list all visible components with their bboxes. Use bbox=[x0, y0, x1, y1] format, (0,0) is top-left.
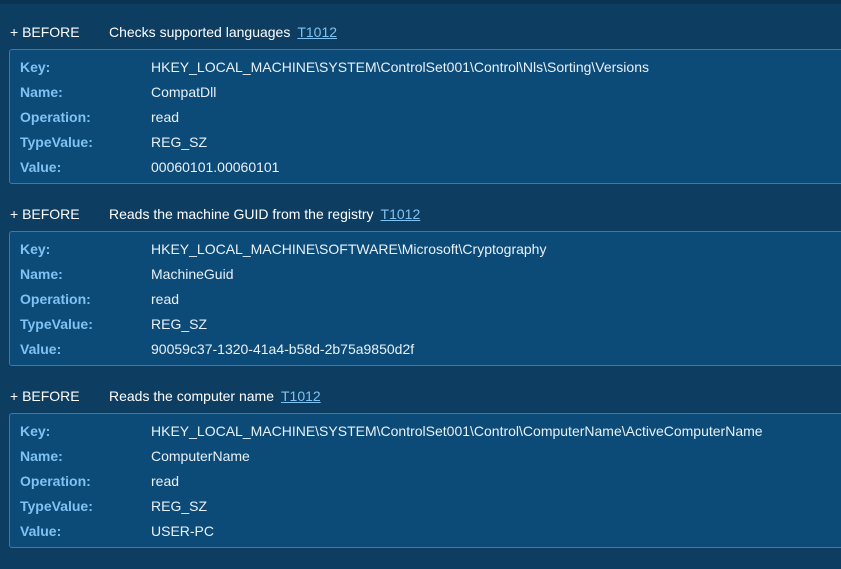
field-label: TypeValue: bbox=[20, 316, 93, 332]
field-row-key: Key: HKEY_LOCAL_MACHINE\SYSTEM\ControlSe… bbox=[20, 423, 840, 443]
entry-header: + BEFORE Reads the machine GUID from the… bbox=[10, 206, 830, 226]
field-label: Key: bbox=[20, 241, 51, 257]
expand-toggle[interactable]: + BEFORE bbox=[10, 24, 80, 40]
field-label: Key: bbox=[20, 59, 51, 75]
technique-link[interactable]: T1012 bbox=[281, 388, 321, 404]
description-text: Reads the computer name bbox=[109, 388, 274, 404]
field-row-operation: Operation: read bbox=[20, 109, 840, 129]
field-label: Value: bbox=[20, 523, 62, 539]
field-row-name: Name: CompatDll bbox=[20, 84, 840, 104]
entry-description: Reads the computer name T1012 bbox=[109, 388, 321, 404]
field-row-value: Value: 90059c37-1320-41a4-b58d-2b75a9850… bbox=[20, 341, 840, 361]
field-value: USER-PC bbox=[151, 523, 215, 539]
field-value: REG_SZ bbox=[151, 316, 208, 332]
field-row-key: Key: HKEY_LOCAL_MACHINE\SOFTWARE\Microso… bbox=[20, 241, 840, 261]
field-label: Value: bbox=[20, 159, 62, 175]
expand-toggle[interactable]: + BEFORE bbox=[10, 206, 80, 222]
field-label: TypeValue: bbox=[20, 498, 93, 514]
field-value: read bbox=[151, 473, 180, 489]
description-text: Checks supported languages bbox=[109, 24, 291, 40]
field-value: REG_SZ bbox=[151, 134, 208, 150]
field-row-name: Name: ComputerName bbox=[20, 448, 840, 468]
field-row-typevalue: TypeValue: REG_SZ bbox=[20, 498, 840, 518]
field-label: TypeValue: bbox=[20, 134, 93, 150]
field-label: Value: bbox=[20, 341, 62, 357]
field-value: read bbox=[151, 291, 180, 307]
field-row-operation: Operation: read bbox=[20, 291, 840, 311]
field-value: HKEY_LOCAL_MACHINE\SYSTEM\ControlSet001\… bbox=[151, 59, 649, 75]
field-label: Name: bbox=[20, 266, 63, 282]
field-value: ComputerName bbox=[151, 448, 250, 464]
field-label: Operation: bbox=[20, 291, 91, 307]
entry-header: + BEFORE Reads the computer name T1012 bbox=[10, 388, 830, 408]
entry-description: Reads the machine GUID from the registry… bbox=[109, 206, 420, 222]
expand-toggle[interactable]: + BEFORE bbox=[10, 388, 80, 404]
field-label: Operation: bbox=[20, 473, 91, 489]
description-text: Reads the machine GUID from the registry bbox=[109, 206, 374, 222]
technique-link[interactable]: T1012 bbox=[297, 24, 337, 40]
field-value: HKEY_LOCAL_MACHINE\SYSTEM\ControlSet001\… bbox=[151, 423, 763, 439]
field-value: CompatDll bbox=[151, 84, 217, 100]
field-label: Key: bbox=[20, 423, 51, 439]
field-row-value: Value: USER-PC bbox=[20, 523, 840, 543]
details-box: Key: HKEY_LOCAL_MACHINE\SOFTWARE\Microso… bbox=[9, 231, 841, 366]
field-label: Operation: bbox=[20, 109, 91, 125]
field-value: read bbox=[151, 109, 180, 125]
details-box: Key: HKEY_LOCAL_MACHINE\SYSTEM\ControlSe… bbox=[9, 49, 841, 184]
field-row-typevalue: TypeValue: REG_SZ bbox=[20, 134, 840, 154]
field-row-operation: Operation: read bbox=[20, 473, 840, 493]
field-row-key: Key: HKEY_LOCAL_MACHINE\SYSTEM\ControlSe… bbox=[20, 59, 840, 79]
field-value: HKEY_LOCAL_MACHINE\SOFTWARE\Microsoft\Cr… bbox=[151, 241, 547, 257]
field-row-value: Value: 00060101.00060101 bbox=[20, 159, 840, 179]
entry-description: Checks supported languages T1012 bbox=[109, 24, 337, 40]
field-value: MachineGuid bbox=[151, 266, 234, 282]
field-row-name: Name: MachineGuid bbox=[20, 266, 840, 286]
details-box: Key: HKEY_LOCAL_MACHINE\SYSTEM\ControlSe… bbox=[9, 413, 841, 548]
field-value: 00060101.00060101 bbox=[151, 159, 280, 175]
technique-link[interactable]: T1012 bbox=[381, 206, 421, 222]
field-label: Name: bbox=[20, 448, 63, 464]
entry-header: + BEFORE Checks supported languages T1012 bbox=[10, 24, 830, 44]
field-row-typevalue: TypeValue: REG_SZ bbox=[20, 316, 840, 336]
field-value: 90059c37-1320-41a4-b58d-2b75a9850d2f bbox=[151, 341, 415, 357]
field-value: REG_SZ bbox=[151, 498, 208, 514]
registry-events-panel: + BEFORE Checks supported languages T1012… bbox=[0, 0, 841, 569]
field-label: Name: bbox=[20, 84, 63, 100]
